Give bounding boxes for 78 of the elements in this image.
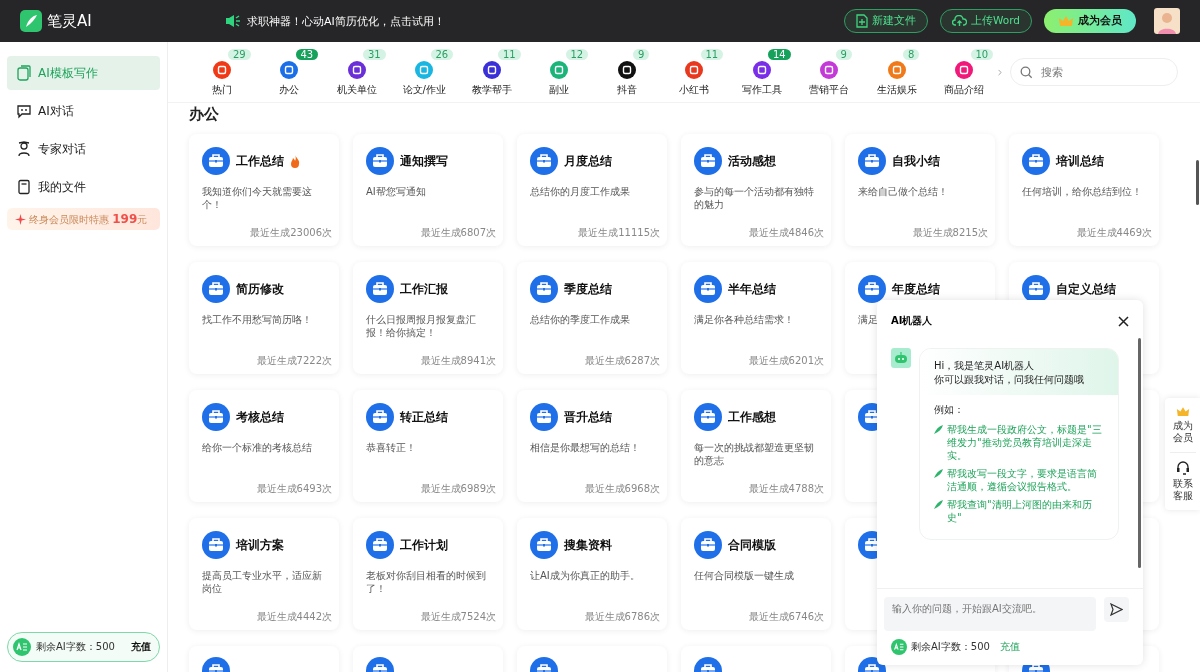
usage-count: 最近生成4442次 [256, 610, 332, 624]
usage-count: 最近生成8941次 [420, 354, 496, 368]
count-badge: 29 [228, 49, 251, 60]
card-title: 工作汇报 [400, 280, 448, 298]
usage-count: 最近生成4469次 [1076, 226, 1152, 240]
usage-count: 最近生成7222次 [256, 354, 332, 368]
usage-count: 最近生成7524次 [420, 610, 496, 624]
promo-text: 终身会员限时特惠 199元 [29, 211, 148, 227]
usage-count: 最近生成11115次 [578, 226, 660, 240]
card-description: 任何培训，给你总结到位！ [1022, 185, 1142, 198]
usage-count: 最近生成6989次 [420, 482, 496, 496]
card-title: 培训总结 [1056, 152, 1104, 170]
section-title: 办公 [189, 105, 220, 124]
card-title: 晋升总结 [564, 408, 612, 426]
count-badge: 9 [633, 49, 650, 60]
count-badge: 31 [363, 49, 386, 60]
app-name: 笔灵AI [47, 11, 92, 31]
usage-count: 最近生成6968次 [584, 482, 660, 496]
usage-count: 最近生成6201次 [748, 354, 824, 368]
count-badge: 43 [295, 49, 319, 60]
card-title: 工作计划 [400, 536, 448, 554]
count-badge: 12 [565, 49, 589, 60]
usage-count: 最近生成6287次 [584, 354, 660, 368]
card-description: 提高员工专业水平，适应新岗位 [202, 569, 323, 595]
usage-count: 最近生成6493次 [256, 482, 332, 496]
usage-count: 最近生成23006次 [250, 226, 332, 240]
card-title: 简历修改 [236, 280, 284, 298]
count-badge: 8 [903, 49, 920, 60]
card-title: 年度总结 [892, 280, 940, 298]
card-description: 总结你的月度工作成果 [530, 185, 630, 198]
count-badge: 11 [700, 49, 724, 60]
card-title: 搜集资料 [564, 536, 612, 554]
count-badge: 11 [498, 49, 521, 60]
card-description: 满足 [858, 313, 878, 326]
count-badge: 26 [430, 49, 454, 60]
quota-text: 剩余AI字数：500 [36, 640, 115, 654]
usage-count: 最近生成8215次 [912, 226, 988, 240]
card-description: 我知道你们今天就需要这个！ [202, 185, 313, 211]
card-title: 工作感想 [728, 408, 776, 426]
usage-count: 最近生成6786次 [584, 610, 660, 624]
card-description: 找工作不用愁写简历咯！ [202, 313, 312, 326]
count-badge: 10 [970, 49, 994, 60]
card-description: AI帮您写通知 [366, 185, 426, 198]
card-title: 考核总结 [236, 408, 284, 426]
card-title: 活动感想 [728, 152, 776, 170]
card-description: 什么日报周报月报复盘汇报！给你搞定！ [366, 313, 477, 339]
usage-count: 最近生成6807次 [420, 226, 496, 240]
card-description: 来给自己做个总结！ [858, 185, 948, 198]
greeting-text: 你可以跟我对话，问我任何问题哦 [934, 373, 1085, 387]
usage-count: 最近生成4788次 [748, 482, 824, 496]
card-description: 恭喜转正！ [366, 441, 416, 454]
panel-title: AI机器人 [891, 314, 933, 328]
card-title: 合同模版 [728, 536, 776, 554]
card-title: 通知撰写 [400, 152, 448, 170]
card-title: 工作总结 [236, 152, 284, 170]
card-description: 每一次的挑战都塑造更坚韧的意志 [694, 441, 815, 467]
card-description: 相信是你最想写的总结！ [530, 441, 640, 454]
card-description: 给你一个标准的考核总结 [202, 441, 312, 454]
quota-text: 剩余AI字数：500 [911, 640, 990, 654]
card-title: 月度总结 [564, 152, 612, 170]
card-description: 总结你的季度工作成果 [530, 313, 630, 326]
card-description: 满足你各种总结需求！ [694, 313, 794, 326]
count-badge: 9 [835, 49, 852, 60]
card-description: 参与的每一个活动都有独特的魅力 [694, 185, 815, 211]
count-badge: 14 [768, 49, 791, 60]
card-description: 让AI成为你真正的助手。 [530, 569, 640, 582]
card-title: 转正总结 [400, 408, 448, 426]
examples-label: 例如： [934, 403, 965, 417]
greeting-text: Hi，我是笔灵AI机器人 [934, 359, 1036, 373]
usage-count: 最近生成4846次 [748, 226, 824, 240]
card-title: 季度总结 [564, 280, 612, 298]
card-description: 任何合同模版一键生成 [694, 569, 794, 582]
card-title: 自我小结 [892, 152, 940, 170]
card-description: 老板对你刮目相看的时候到了！ [366, 569, 487, 595]
card-title: 培训方案 [236, 536, 284, 554]
usage-count: 最近生成6746次 [748, 610, 824, 624]
card-title: 半年总结 [728, 280, 776, 298]
card-title: 自定义总结 [1056, 280, 1116, 298]
